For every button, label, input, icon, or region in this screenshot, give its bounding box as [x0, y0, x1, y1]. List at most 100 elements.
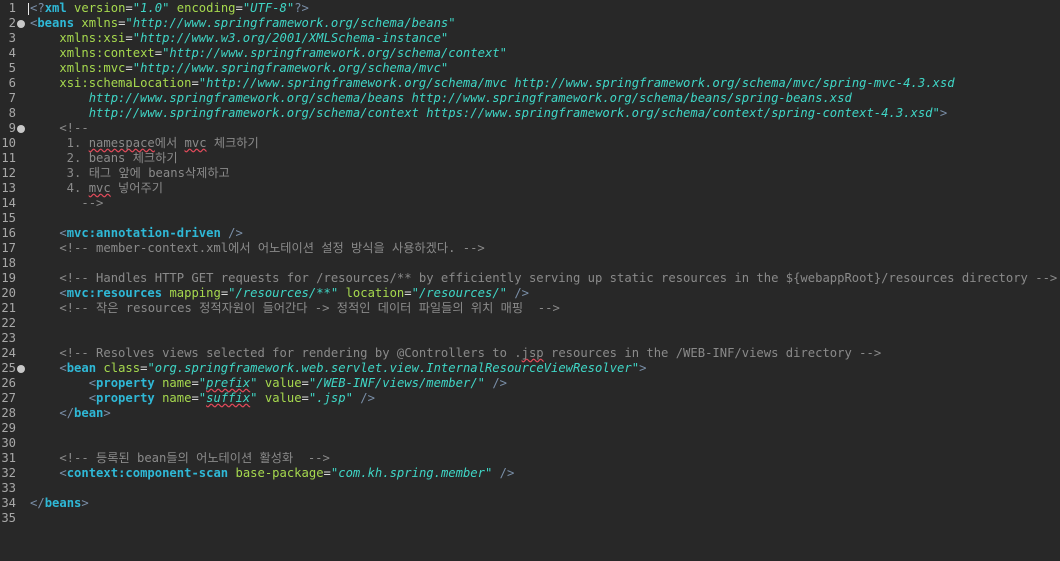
- code-line[interactable]: 20 <mvc:resources mapping = "/resources/**…: [0, 286, 1060, 301]
- code-token: mvc: [184, 136, 207, 150]
- line-code: <mvc:resources mapping = "/resources/**" l…: [30, 286, 529, 301]
- code-line[interactable]: 1 <?xml version="1.0" encoding="UTF-8"?>: [0, 1, 1060, 16]
- code-line[interactable]: 28 </bean>: [0, 406, 1060, 421]
- code-token: =: [191, 76, 199, 90]
- code-token: />: [492, 376, 508, 390]
- line-number: 21: [1, 301, 16, 315]
- code-token: "org.springframework.web.servlet.view.In…: [147, 361, 640, 375]
- code-editor[interactable]: 1 <?xml version="1.0" encoding="UTF-8"?> 2…: [0, 0, 1060, 561]
- fold-toggle-icon[interactable]: [17, 20, 25, 28]
- code-line[interactable]: 33: [0, 481, 1060, 496]
- code-line[interactable]: 14 -->: [0, 196, 1060, 211]
- code-token: resources in the /WEB-INF/views director…: [543, 346, 882, 360]
- line-number: 14: [1, 196, 16, 210]
- code-line[interactable]: 35: [0, 511, 1060, 526]
- line-number: 27: [1, 391, 16, 405]
- code-token: 4.: [30, 181, 89, 195]
- code-line[interactable]: 13 4. mvc 넣어주기: [0, 181, 1060, 196]
- code-token: =: [235, 1, 243, 15]
- code-line[interactable]: 32 <context:component-scan base-package=…: [0, 466, 1060, 481]
- code-token: ": [250, 376, 258, 390]
- code-line[interactable]: 24 <!-- Resolves views selected for rend…: [0, 346, 1060, 361]
- code-token: <: [88, 376, 97, 390]
- code-token: =: [301, 391, 309, 405]
- code-line[interactable]: 15: [0, 211, 1060, 226]
- code-token: version: [74, 1, 126, 15]
- code-token: mvc: [88, 181, 111, 195]
- code-token: http://www.springframework.org/schema/be…: [30, 91, 852, 105]
- code-token: =: [301, 376, 309, 390]
- code-line[interactable]: 34 </beans>: [0, 496, 1060, 511]
- fold-toggle-icon[interactable]: [17, 365, 25, 373]
- line-number: 6: [8, 76, 16, 90]
- code-line[interactable]: 22: [0, 316, 1060, 331]
- code-token: namespace: [88, 136, 155, 150]
- code-line[interactable]: 9 <!--: [0, 121, 1060, 136]
- code-token: class: [103, 361, 141, 375]
- code-line[interactable]: 4 xmlns:context="http://www.springframew…: [0, 46, 1060, 61]
- code-line[interactable]: 23: [0, 331, 1060, 346]
- code-line[interactable]: 21 <!-- 작은 resources 정적자원이 들어간다 -> 정적인 데…: [0, 301, 1060, 316]
- code-token: prefix: [206, 376, 251, 390]
- line-code: </bean>: [30, 406, 111, 421]
- code-token: ".jsp": [308, 391, 353, 405]
- code-token: mvc:resources: [66, 286, 163, 300]
- code-token: >: [103, 406, 111, 420]
- code-line[interactable]: 3 xmlns:xsi="http://www.w3.org/2001/XMLS…: [0, 31, 1060, 46]
- code-line[interactable]: 17 <!-- member-context.xml에서 어노테이션 설정 방식…: [0, 241, 1060, 256]
- line-number: 12: [1, 166, 16, 180]
- code-line[interactable]: 31 <!-- 등록된 bean들의 어노테이션 활성화 -->: [0, 451, 1060, 466]
- code-token: <: [88, 391, 97, 405]
- code-line[interactable]: 26 <property name="prefix" value="/WEB-I…: [0, 376, 1060, 391]
- code-token: >: [939, 106, 948, 120]
- code-line[interactable]: 8 http://www.springframework.org/schema/…: [0, 106, 1060, 121]
- line-code: <!--: [30, 121, 88, 136]
- line-number: 1: [8, 1, 16, 15]
- code-token: "/resources/**": [228, 286, 339, 300]
- code-line[interactable]: 6 xsi:schemaLocation="http://www.springf…: [0, 76, 1060, 91]
- code-token: =: [191, 391, 199, 405]
- line-code: -->: [30, 196, 103, 211]
- line-number: 26: [1, 376, 16, 390]
- code-token: encoding: [176, 1, 236, 15]
- code-token: mvc:annotation-driven: [66, 226, 221, 240]
- code-token: =: [125, 61, 133, 75]
- line-number: 10: [1, 136, 16, 150]
- code-line[interactable]: 25 <bean class="org.springframework.web.…: [0, 361, 1060, 376]
- line-number: 19: [1, 271, 16, 285]
- line-code: 3. 태그 앞에 beans삭제하고: [30, 166, 230, 181]
- code-line[interactable]: 27 <property name="suffix" value=".jsp" …: [0, 391, 1060, 406]
- line-code: <mvc:annotation-driven />: [30, 226, 242, 241]
- code-line[interactable]: 11 2. beans 체크하기: [0, 151, 1060, 166]
- code-line[interactable]: 2 <beans xmlns="http://www.springframewor…: [0, 16, 1060, 31]
- code-token: <: [59, 361, 67, 375]
- code-line[interactable]: 10 1. namespace에서 mvc 체크하기: [0, 136, 1060, 151]
- code-line[interactable]: 29: [0, 421, 1060, 436]
- line-number: 31: [1, 451, 16, 465]
- code-line[interactable]: 19 <!-- Handles HTTP GET requests for /r…: [0, 271, 1060, 286]
- code-token: "http://www.springframework.org/schema/b…: [125, 16, 456, 30]
- code-token: 2. beans 체크하기: [30, 151, 178, 165]
- code-line[interactable]: 5 xmlns:mvc="http://www.springframework.…: [0, 61, 1060, 76]
- code-line[interactable]: 18: [0, 256, 1060, 271]
- line-number: 20: [1, 286, 16, 300]
- code-token: />: [360, 391, 375, 405]
- code-line[interactable]: 16 <mvc:annotation-driven />: [0, 226, 1060, 241]
- code-line[interactable]: 12 3. 태그 앞에 beans삭제하고: [0, 166, 1060, 181]
- line-code: 1. namespace에서 mvc 체크하기: [30, 136, 259, 151]
- code-token: "http://www.springframework.org/schema/m…: [198, 76, 955, 90]
- code-line[interactable]: 7 http://www.springframework.org/schema/…: [0, 91, 1060, 106]
- fold-toggle-icon[interactable]: [17, 125, 25, 133]
- code-token: xmlns:mvc: [59, 61, 126, 75]
- code-line[interactable]: 30: [0, 436, 1060, 451]
- line-number: 15: [1, 211, 16, 225]
- line-number: 9: [8, 121, 16, 135]
- line-code: xmlns:mvc="http://www.springframework.or…: [30, 61, 448, 76]
